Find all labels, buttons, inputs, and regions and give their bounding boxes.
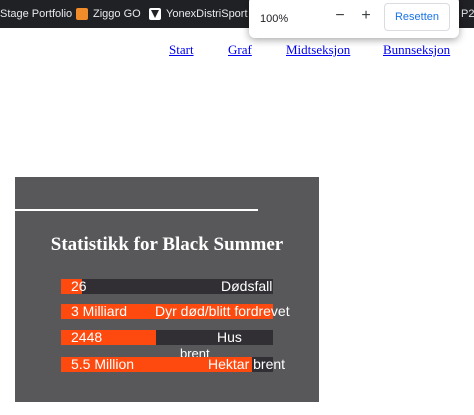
nav-link-graf[interactable]: Graf: [228, 42, 252, 58]
bookmark-ziggo-go[interactable]: Ziggo GO: [76, 0, 141, 28]
stat-value: 2448: [71, 329, 103, 345]
bookmark-yonex[interactable]: YonexDistriSport: [149, 0, 248, 28]
reset-zoom-button[interactable]: Resetten: [384, 3, 450, 31]
bookmark-label: Stage Portfolio: [0, 8, 73, 20]
divider: [15, 209, 258, 211]
stat-label: Dødsfall: [221, 278, 273, 294]
yonex-logo-icon: [149, 8, 161, 20]
bookmark-label: YonexDistriSport: [166, 8, 248, 20]
bookmark-label: Ziggo GO: [93, 8, 141, 20]
ziggo-logo-icon: [76, 8, 88, 20]
stat-label: Dyr død/blitt fordrevet: [155, 303, 290, 319]
bookmark-overflow[interactable]: P2: [461, 0, 474, 28]
nav-link-start[interactable]: Start: [169, 42, 194, 58]
stats-title: Statistikk for Black Summer: [50, 234, 284, 255]
stat-row-houses: 2448 Hus: [61, 329, 273, 345]
stat-value: 5.5 Million: [71, 356, 135, 372]
stat-row-animals: 3 Milliard Dyr død/blitt fordrevet: [61, 303, 290, 319]
bookmark-label: P2: [461, 8, 474, 20]
stat-label: Hektar brent: [208, 356, 286, 372]
stat-row-hectares: 5.5 Million Hektar brent: [61, 356, 285, 372]
zoom-in-button[interactable]: +: [356, 6, 376, 26]
nav-link-midtseksjon[interactable]: Midtseksjon: [286, 42, 350, 58]
stat-label: Hus: [217, 329, 242, 345]
zoom-level: 100%: [260, 13, 289, 25]
zoom-popup: 100% − + Resetten: [249, 0, 459, 38]
stat-row-deaths: 26 Dødsfall: [61, 278, 273, 294]
stat-value: 26: [71, 278, 87, 294]
bookmark-stage-portfolio[interactable]: Stage Portfolio: [0, 0, 72, 28]
zoom-out-button[interactable]: −: [330, 6, 350, 26]
stat-value: 3 Milliard: [71, 303, 128, 319]
stats-card: Statistikk for Black Summer 26 Dødsfall …: [15, 177, 319, 402]
nav-link-bunnseksjon[interactable]: Bunnseksjon: [383, 42, 450, 58]
